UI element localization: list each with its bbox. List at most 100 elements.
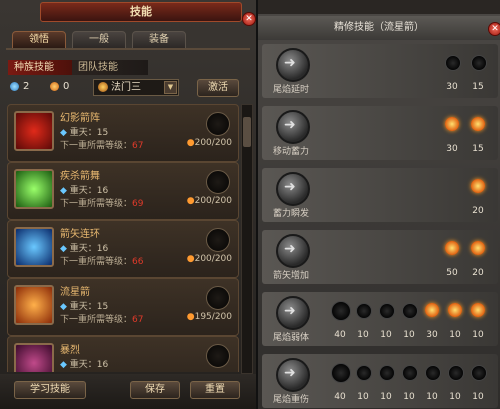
skill-list-scrollbar[interactable] bbox=[241, 104, 253, 374]
active-rune-icon[interactable] bbox=[471, 117, 485, 131]
skill-slot[interactable] bbox=[206, 170, 230, 194]
req-level: 67 bbox=[132, 315, 144, 325]
inactive-rune-icon[interactable] bbox=[425, 365, 441, 381]
rune-cost: 10 bbox=[403, 330, 415, 340]
skill-points: ●195/200 bbox=[187, 312, 232, 322]
skill-points: ●200/200 bbox=[187, 254, 232, 264]
rune-cost: 10 bbox=[357, 392, 369, 402]
active-rune-icon[interactable] bbox=[471, 179, 485, 193]
skill-slot[interactable] bbox=[206, 344, 230, 368]
req-label: 下一重所需等级： bbox=[60, 141, 133, 151]
skill-level-text: 重天：16 bbox=[69, 244, 109, 254]
save-button[interactable]: 保存 bbox=[130, 381, 180, 399]
meteor-arrow-icon bbox=[276, 234, 310, 268]
learn-skill-button[interactable]: 学习技能 bbox=[14, 381, 86, 399]
window-title: 技能 bbox=[40, 2, 242, 22]
active-rune-icon[interactable] bbox=[448, 303, 462, 317]
inactive-rune-icon[interactable] bbox=[448, 365, 464, 381]
rune-cost: 15 bbox=[472, 144, 484, 154]
scroll-thumb[interactable] bbox=[243, 117, 251, 147]
skill-level-text: 重天：15 bbox=[69, 302, 109, 312]
tab-underline bbox=[6, 48, 250, 50]
skill-requirement: 下一重所需等级：66 bbox=[60, 254, 143, 267]
skill-points: ●200/200 bbox=[187, 196, 232, 206]
req-level: 67 bbox=[132, 141, 144, 151]
refine-row: 移动蓄力 30 15 bbox=[262, 106, 498, 160]
refine-row-name: 尾焰延时 bbox=[272, 85, 309, 95]
rune-cost: 10 bbox=[472, 330, 484, 340]
skill-level-text: 重天：16 bbox=[69, 360, 109, 370]
orange-gem-icon: ● bbox=[186, 196, 195, 206]
meteor-arrow-icon bbox=[276, 172, 310, 206]
skill-points-value: 200/200 bbox=[194, 196, 232, 206]
skill-points-value: 200/200 bbox=[194, 254, 232, 264]
meteor-arrow-icon bbox=[276, 358, 310, 392]
blue-gem-icon: ◆ bbox=[60, 244, 67, 254]
skill-slot[interactable] bbox=[206, 286, 230, 310]
blue-points-value: 2 bbox=[23, 81, 30, 92]
req-label: 下一重所需等级： bbox=[60, 257, 133, 267]
refine-panel-title: 精修技能（流星箭） bbox=[258, 16, 500, 40]
skill-name: 流星箭 bbox=[60, 287, 90, 298]
rune-cost: 40 bbox=[334, 392, 346, 402]
refine-row-name: 蓄力瞬发 bbox=[272, 209, 309, 219]
close-icon[interactable]: ✕ bbox=[488, 22, 500, 36]
skill-level-text: 重天：16 bbox=[69, 186, 109, 196]
skill-card[interactable]: 疾杀箭舞 ◆ 重天：16 下一重所需等级：69 ●200/200 bbox=[7, 162, 239, 220]
inactive-rune-icon[interactable] bbox=[331, 301, 351, 321]
inactive-rune-icon[interactable] bbox=[331, 363, 351, 383]
refine-row: 尾焰重伤 40 10 10 10 10 10 10 bbox=[262, 354, 498, 408]
skill-swift-arrow-dance-icon bbox=[14, 169, 54, 209]
blue-gem-icon: ◆ bbox=[60, 128, 67, 138]
subtab-team-skills[interactable]: 团队技能 bbox=[72, 60, 148, 75]
tab-general[interactable]: 一般 bbox=[72, 31, 126, 49]
inactive-rune-icon[interactable] bbox=[356, 303, 372, 319]
skill-name: 暴烈 bbox=[60, 345, 80, 356]
orange-gem-icon bbox=[50, 81, 59, 91]
class-select[interactable]: 法门三 ▼ bbox=[93, 79, 179, 96]
active-rune-icon[interactable] bbox=[445, 117, 459, 131]
rune-cost: 30 bbox=[446, 82, 458, 92]
refine-row: 尾焰延时 30 15 bbox=[262, 44, 498, 98]
chevron-down-icon[interactable]: ▼ bbox=[164, 81, 177, 94]
rune-cost: 10 bbox=[426, 392, 438, 402]
class-select-value: 法门三 bbox=[111, 82, 141, 93]
refine-row-name: 尾焰重伤 bbox=[272, 395, 309, 405]
tab-comprehend[interactable]: 领悟 bbox=[12, 31, 66, 49]
reset-button[interactable]: 重置 bbox=[190, 381, 240, 399]
skill-slot[interactable] bbox=[206, 112, 230, 136]
skill-name: 疾杀箭舞 bbox=[60, 171, 100, 182]
inactive-rune-icon[interactable] bbox=[379, 365, 395, 381]
inactive-rune-icon[interactable] bbox=[471, 365, 487, 381]
skill-card[interactable]: 暴烈 ◆ 重天：16 bbox=[7, 336, 239, 372]
inactive-rune-icon[interactable] bbox=[402, 303, 418, 319]
inactive-rune-icon[interactable] bbox=[445, 55, 461, 71]
rune-cost: 40 bbox=[334, 330, 346, 340]
tab-equipment[interactable]: 装备 bbox=[132, 31, 186, 49]
skill-points-value: 195/200 bbox=[194, 312, 232, 322]
subtab-race-skills[interactable]: 种族技能 bbox=[8, 60, 76, 75]
active-rune-icon[interactable] bbox=[425, 303, 439, 317]
refine-row: 箭矢增加 50 20 bbox=[262, 230, 498, 284]
active-rune-icon[interactable] bbox=[471, 303, 485, 317]
close-icon[interactable]: ✕ bbox=[242, 12, 256, 26]
skill-card[interactable]: 箭矢连环 ◆ 重天：16 下一重所需等级：66 ●200/200 bbox=[7, 220, 239, 278]
skill-card[interactable]: 幻影箭阵 ◆ 重天：15 下一重所需等级：67 ●200/200 bbox=[7, 104, 239, 162]
req-label: 下一重所需等级： bbox=[60, 315, 133, 325]
rune-cost: 10 bbox=[380, 330, 392, 340]
skill-slot[interactable] bbox=[206, 228, 230, 252]
medal-icon bbox=[98, 82, 108, 92]
skill-level: ◆ 重天：15 bbox=[60, 299, 108, 312]
blue-gem-icon: ◆ bbox=[60, 302, 67, 312]
active-rune-icon[interactable] bbox=[471, 241, 485, 255]
skill-level: ◆ 重天：16 bbox=[60, 357, 108, 370]
inactive-rune-icon[interactable] bbox=[471, 55, 487, 71]
skill-card[interactable]: 流星箭 ◆ 重天：15 下一重所需等级：67 ●195/200 bbox=[7, 278, 239, 336]
active-rune-icon[interactable] bbox=[445, 241, 459, 255]
activate-button[interactable]: 激活 bbox=[197, 79, 239, 97]
blue-gem-icon bbox=[10, 81, 19, 91]
inactive-rune-icon[interactable] bbox=[402, 365, 418, 381]
inactive-rune-icon[interactable] bbox=[379, 303, 395, 319]
skill-name: 幻影箭阵 bbox=[60, 113, 100, 124]
inactive-rune-icon[interactable] bbox=[356, 365, 372, 381]
